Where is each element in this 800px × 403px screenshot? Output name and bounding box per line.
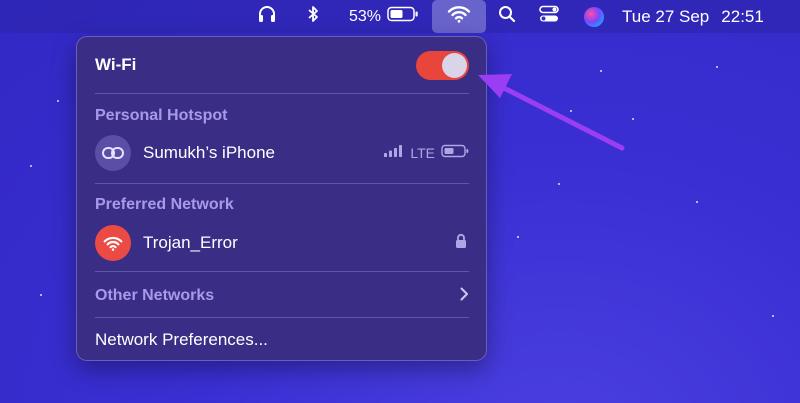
battery-icon xyxy=(387,6,419,27)
battery-status[interactable]: 53% xyxy=(343,0,425,33)
section-heading: Preferred Network xyxy=(95,196,234,213)
cellular-signal-icon xyxy=(384,144,404,162)
wifi-toggle[interactable] xyxy=(416,51,469,80)
network-preferences-item[interactable]: Network Preferences... xyxy=(95,327,469,353)
menu-bar: 53% Tue 27 Sep 22:51 xyxy=(0,0,800,33)
hotspot-network-item[interactable]: Sumukh’s iPhone LTE xyxy=(95,134,469,172)
siri-button[interactable] xyxy=(580,0,608,33)
control-center-icon xyxy=(539,5,559,28)
time-label: 22:51 xyxy=(721,6,764,26)
background-star xyxy=(517,236,519,238)
bluetooth-status[interactable] xyxy=(300,0,326,33)
divider xyxy=(95,93,469,94)
wifi-icon xyxy=(447,5,471,28)
control-center-button[interactable] xyxy=(535,0,563,33)
signal-type-label: LTE xyxy=(410,145,435,161)
background-star xyxy=(40,294,42,296)
chevron-right-icon xyxy=(459,287,469,306)
bluetooth-icon xyxy=(307,5,319,28)
preferred-network-heading: Preferred Network xyxy=(95,194,469,216)
hotspot-battery-icon xyxy=(441,144,469,163)
divider xyxy=(95,317,469,318)
background-star xyxy=(558,183,560,185)
background-star xyxy=(696,201,698,203)
divider xyxy=(95,183,469,184)
other-networks-label: Other Networks xyxy=(95,287,215,304)
headphones-status[interactable] xyxy=(252,0,282,33)
wifi-title: Wi-Fi xyxy=(95,55,137,74)
preferred-network-item[interactable]: Trojan_Error xyxy=(95,224,469,262)
spotlight-button[interactable] xyxy=(494,0,520,33)
other-networks-item[interactable]: Other Networks xyxy=(95,283,469,309)
headphones-icon xyxy=(257,5,277,28)
divider xyxy=(95,271,469,272)
background-star xyxy=(57,100,59,102)
network-preferences-label: Network Preferences... xyxy=(95,330,268,349)
background-star xyxy=(716,66,718,68)
wifi-network-icon xyxy=(95,225,131,261)
date-time[interactable]: Tue 27 Sep 22:51 xyxy=(622,0,782,33)
battery-percent: 53% xyxy=(348,7,382,25)
toggle-knob xyxy=(442,53,467,78)
date-label: Tue 27 Sep xyxy=(622,6,710,26)
hotspot-device-name: Sumukh’s iPhone xyxy=(143,143,275,162)
wifi-menu-button[interactable] xyxy=(432,0,486,33)
personal-hotspot-heading: Personal Hotspot xyxy=(95,105,469,127)
section-heading: Personal Hotspot xyxy=(95,107,228,124)
wifi-menu-panel: Wi-Fi Personal Hotspot Sumukh’s iPhone L… xyxy=(76,36,487,361)
preferred-network-name: Trojan_Error xyxy=(143,233,238,252)
wifi-header: Wi-Fi xyxy=(95,50,469,80)
annotation-arrow xyxy=(478,74,625,151)
background-star xyxy=(772,315,774,317)
hotspot-link-icon xyxy=(95,135,131,171)
lock-icon xyxy=(455,233,467,254)
background-star xyxy=(30,165,32,167)
siri-icon xyxy=(584,6,604,27)
background-star xyxy=(632,118,634,120)
search-icon xyxy=(498,5,516,28)
